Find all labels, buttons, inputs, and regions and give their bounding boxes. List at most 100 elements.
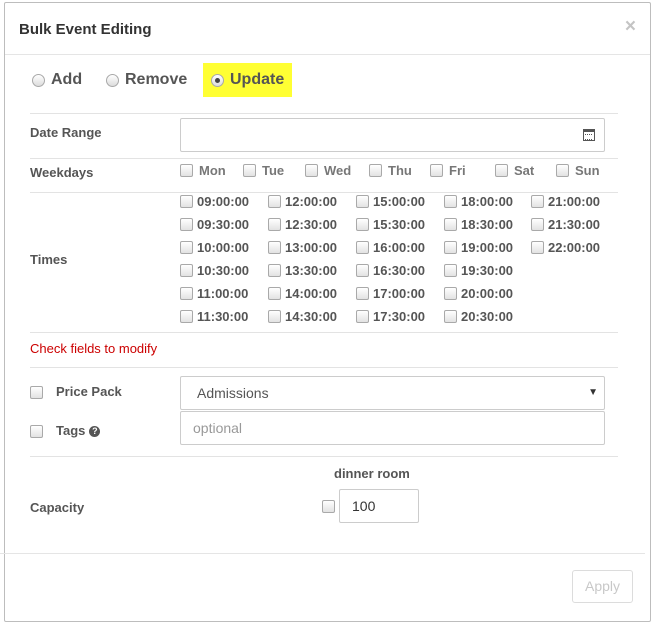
time-option[interactable]: 22:00:00: [531, 240, 600, 255]
weekday-sun[interactable]: Sun: [556, 163, 600, 178]
weekday-checkbox[interactable]: [430, 164, 443, 177]
time-option[interactable]: 14:00:00: [268, 286, 337, 301]
tags-checkbox[interactable]: [30, 425, 43, 438]
time-option[interactable]: 09:00:00: [180, 194, 249, 209]
time-label: 19:00:00: [461, 240, 514, 255]
weekday-checkbox[interactable]: [556, 164, 569, 177]
time-checkbox[interactable]: [356, 264, 369, 277]
time-option[interactable]: 12:30:00: [268, 217, 337, 232]
weekdays-label: Weekdays: [30, 165, 94, 180]
price-pack-value: Admissions: [197, 385, 269, 401]
weekday-checkbox[interactable]: [495, 164, 508, 177]
time-checkbox[interactable]: [180, 241, 193, 254]
capacity-label: Capacity: [30, 500, 85, 515]
time-checkbox[interactable]: [268, 310, 281, 323]
capacity-input[interactable]: 100: [339, 489, 419, 523]
time-option[interactable]: 11:30:00: [180, 309, 248, 324]
weekday-fri[interactable]: Fri: [430, 163, 466, 178]
mode-add-option[interactable]: Add: [32, 63, 82, 97]
time-checkbox[interactable]: [180, 310, 193, 323]
time-option[interactable]: 15:30:00: [356, 217, 425, 232]
time-checkbox[interactable]: [444, 241, 457, 254]
weekday-wed[interactable]: Wed: [305, 163, 351, 178]
time-checkbox[interactable]: [268, 264, 281, 277]
time-checkbox[interactable]: [444, 264, 457, 277]
time-checkbox[interactable]: [444, 218, 457, 231]
time-checkbox[interactable]: [268, 287, 281, 300]
time-option[interactable]: 13:30:00: [268, 263, 337, 278]
time-label: 12:00:00: [285, 194, 338, 209]
time-checkbox[interactable]: [356, 310, 369, 323]
time-checkbox[interactable]: [268, 195, 281, 208]
time-checkbox[interactable]: [180, 218, 193, 231]
time-option[interactable]: 17:00:00: [356, 286, 425, 301]
time-label: 18:00:00: [461, 194, 514, 209]
time-checkbox[interactable]: [180, 264, 193, 277]
footer-divider: [0, 553, 645, 554]
time-option[interactable]: 10:00:00: [180, 240, 249, 255]
tags-input[interactable]: optional: [180, 411, 605, 445]
weekday-checkbox[interactable]: [180, 164, 193, 177]
time-checkbox[interactable]: [180, 287, 193, 300]
mode-update-option[interactable]: Update: [203, 63, 293, 97]
times-label: Times: [30, 252, 68, 267]
time-checkbox[interactable]: [356, 195, 369, 208]
time-checkbox[interactable]: [531, 195, 544, 208]
time-checkbox[interactable]: [268, 218, 281, 231]
weekday-checkbox[interactable]: [369, 164, 382, 177]
price-pack-checkbox[interactable]: [30, 386, 43, 399]
time-checkbox[interactable]: [444, 195, 457, 208]
weekday-checkbox[interactable]: [243, 164, 256, 177]
mode-add-radio[interactable]: [32, 73, 45, 87]
time-checkbox[interactable]: [180, 195, 193, 208]
time-option[interactable]: 21:00:00: [531, 194, 600, 209]
time-option[interactable]: 16:30:00: [356, 263, 425, 278]
time-checkbox[interactable]: [356, 218, 369, 231]
mode-remove-radio[interactable]: [106, 73, 119, 87]
time-checkbox[interactable]: [444, 287, 457, 300]
capacity-checkbox[interactable]: [322, 500, 335, 513]
time-option[interactable]: 19:30:00: [444, 263, 513, 278]
time-checkbox[interactable]: [356, 241, 369, 254]
time-option[interactable]: 20:00:00: [444, 286, 513, 301]
time-option[interactable]: 13:00:00: [268, 240, 337, 255]
time-option[interactable]: 18:00:00: [444, 194, 513, 209]
time-label: 16:30:00: [373, 263, 426, 278]
time-option[interactable]: 17:30:00: [356, 309, 425, 324]
time-option[interactable]: 21:30:00: [531, 217, 600, 232]
weekday-thu[interactable]: Thu: [369, 163, 412, 178]
mode-update-radio[interactable]: [211, 73, 224, 87]
date-range-input[interactable]: [180, 118, 605, 152]
time-option[interactable]: 10:30:00: [180, 263, 249, 278]
close-icon[interactable]: ×: [625, 17, 636, 36]
time-checkbox[interactable]: [444, 310, 457, 323]
time-option[interactable]: 18:30:00: [444, 217, 513, 232]
time-label: 11:00:00: [197, 286, 249, 301]
time-checkbox[interactable]: [531, 241, 544, 254]
time-label: 09:30:00: [197, 217, 250, 232]
time-option[interactable]: 09:30:00: [180, 217, 249, 232]
time-option[interactable]: 19:00:00: [444, 240, 513, 255]
mode-remove-label: Remove: [125, 71, 188, 88]
time-option[interactable]: 20:30:00: [444, 309, 513, 324]
time-option[interactable]: 16:00:00: [356, 240, 425, 255]
divider: [30, 158, 618, 159]
weekday-checkbox[interactable]: [305, 164, 318, 177]
price-pack-select[interactable]: Admissions ▼: [180, 376, 605, 410]
calendar-icon[interactable]: [583, 129, 595, 141]
time-checkbox[interactable]: [531, 218, 544, 231]
apply-button[interactable]: Apply: [572, 570, 633, 603]
time-checkbox[interactable]: [356, 287, 369, 300]
time-checkbox[interactable]: [268, 241, 281, 254]
time-option[interactable]: 15:00:00: [356, 194, 425, 209]
weekday-label: Wed: [324, 163, 352, 178]
time-label: 13:30:00: [285, 263, 338, 278]
weekday-tue[interactable]: Tue: [243, 163, 284, 178]
mode-remove-option[interactable]: Remove: [106, 63, 187, 97]
time-option[interactable]: 11:00:00: [180, 286, 248, 301]
time-option[interactable]: 14:30:00: [268, 309, 337, 324]
time-option[interactable]: 12:00:00: [268, 194, 337, 209]
weekday-sat[interactable]: Sat: [495, 163, 534, 178]
weekday-mon[interactable]: Mon: [180, 163, 226, 178]
help-icon[interactable]: ?: [89, 426, 101, 438]
